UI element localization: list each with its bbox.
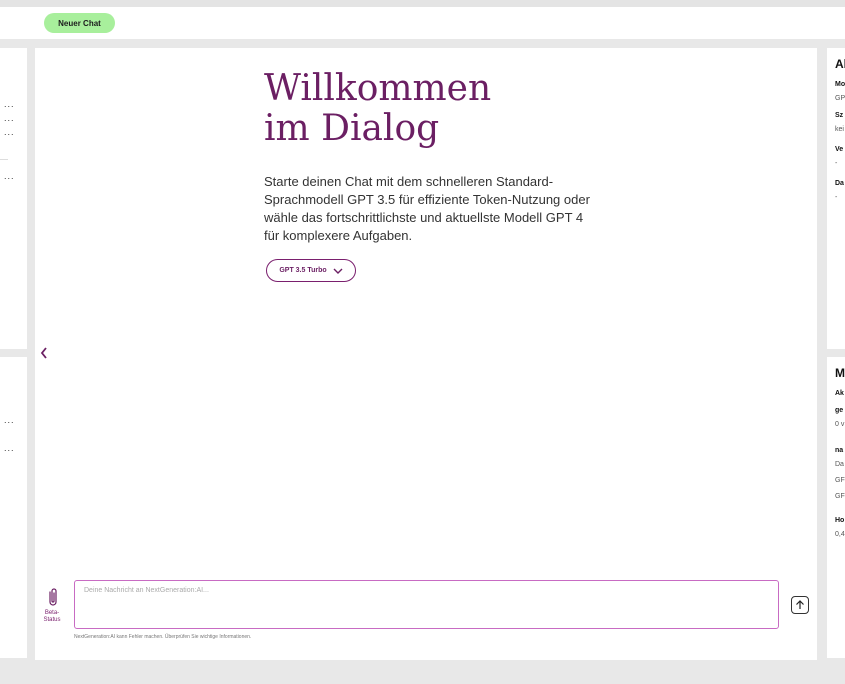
chat-item-menu-dots[interactable]: ... — [4, 114, 15, 123]
info-label: Sz — [835, 112, 844, 119]
arrow-up-icon — [796, 600, 804, 609]
model-select-dropdown[interactable]: GPT 3.5 Turbo — [266, 259, 356, 282]
right-panel-title: M — [835, 366, 845, 380]
welcome-line-2: im Dialog — [264, 108, 440, 149]
divider — [0, 159, 8, 160]
meta-label: ge — [835, 407, 844, 414]
chat-item-menu-dots[interactable]: ... — [4, 128, 15, 137]
info-value: - — [835, 194, 838, 201]
right-panel-meta: M Ak ge 0 v na Da GF GF Ho 0,4 — [827, 357, 845, 658]
send-button[interactable] — [791, 596, 809, 614]
chat-item-menu-dots[interactable]: ... — [4, 172, 15, 181]
chat-item-menu-dots[interactable]: ... — [4, 100, 15, 109]
message-input[interactable] — [74, 580, 779, 629]
meta-label: na — [835, 447, 844, 454]
new-chat-button[interactable]: Neuer Chat — [44, 13, 115, 33]
chevron-down-icon — [333, 268, 343, 274]
info-label: Mo — [835, 81, 845, 88]
main-chat-panel: Willkommen im Dialog Starte deinen Chat … — [35, 48, 817, 660]
welcome-line-1: Willkommen — [264, 68, 492, 109]
beta-status-label: Beta- Status — [41, 610, 63, 624]
meta-label: Ho — [835, 517, 845, 524]
chevron-left-icon[interactable] — [39, 346, 49, 360]
meta-value: GF — [835, 477, 845, 484]
meta-value: 0 v — [835, 421, 845, 428]
chat-item-menu-dots[interactable]: ... — [4, 444, 15, 453]
right-panel-title: Al — [835, 57, 845, 71]
welcome-heading: Willkommen im Dialog — [264, 69, 491, 149]
beta-label-line-2: Status — [43, 617, 61, 623]
chat-item-menu-dots[interactable]: ... — [4, 416, 15, 425]
disclaimer-text: NextGeneration:AI kann Fehler machen. Üb… — [74, 634, 252, 640]
beta-label-line-1: Beta- — [44, 610, 60, 616]
header-bar: Neuer Chat — [0, 7, 845, 39]
right-panel-info: Al Mo GP Sz kei Ve - Da - — [827, 48, 845, 349]
meta-label: Ak — [835, 390, 844, 397]
meta-value: GF — [835, 493, 845, 500]
meta-value: Da — [835, 461, 844, 468]
model-select-value: GPT 3.5 Turbo — [279, 267, 327, 274]
top-strip — [0, 0, 845, 7]
info-value: kei — [835, 126, 844, 133]
left-panel-top: ... ... ... ... — [0, 48, 27, 349]
intro-text: Starte deinen Chat mit dem schnelleren S… — [264, 174, 590, 243]
info-label: Da — [835, 180, 844, 187]
paperclip-icon[interactable] — [46, 587, 60, 609]
meta-value: 0,4 — [835, 531, 845, 538]
info-label: Ve — [835, 146, 844, 153]
info-value: GP — [835, 95, 845, 102]
info-value: - — [835, 160, 838, 167]
left-panel-bottom: ... ... — [0, 357, 27, 658]
